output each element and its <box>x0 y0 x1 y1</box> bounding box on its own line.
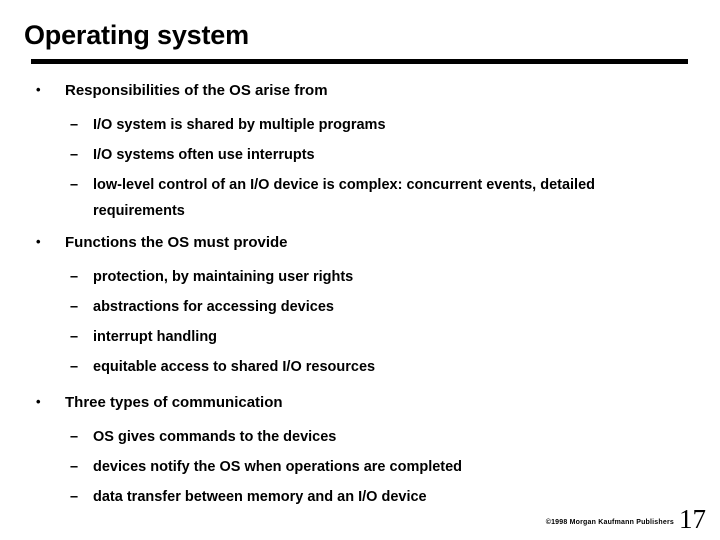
slide-body: • Responsibilities of the OS arise from … <box>0 80 720 514</box>
bullet-heading-label: Functions the OS must provide <box>65 234 288 251</box>
list-item: – abstractions for accessing devices <box>70 294 720 324</box>
bullet-heading: • Functions the OS must provide <box>36 232 720 262</box>
list-item: – low-level control of an I/O device is … <box>70 172 720 224</box>
list-item: – protection, by maintaining user rights <box>70 264 720 294</box>
bullet-heading: • Responsibilities of the OS arise from <box>36 80 720 110</box>
dash-marker-icon: – <box>70 359 79 375</box>
list-item-label: equitable access to shared I/O resources <box>93 359 376 375</box>
list-item-label: I/O system is shared by multiple program… <box>93 117 386 133</box>
bullet-heading-label: Responsibilities of the OS arise from <box>65 82 328 99</box>
list-item: – I/O system is shared by multiple progr… <box>70 112 720 142</box>
page-number: 17 <box>679 504 706 534</box>
dash-marker-icon: – <box>70 147 79 163</box>
bullet-heading: • Three types of communication <box>36 392 720 422</box>
list-item-label: devices notify the OS when operations ar… <box>93 459 463 475</box>
list-item: – interrupt handling <box>70 324 720 354</box>
list-item: – equitable access to shared I/O resourc… <box>70 354 720 384</box>
bullet-marker-icon: • <box>36 394 41 409</box>
list-item-label: abstractions for accessing devices <box>93 299 334 315</box>
dash-marker-icon: – <box>70 117 79 133</box>
dash-marker-icon: – <box>70 177 79 193</box>
slide-footer: ©1998 Morgan Kaufmann Publishers 17 <box>546 505 706 534</box>
list-item: – I/O systems often use interrupts <box>70 142 720 172</box>
dash-marker-icon: – <box>70 459 79 475</box>
bullet-marker-icon: • <box>36 234 41 249</box>
bullet-marker-icon: • <box>36 82 41 97</box>
list-item-label: I/O systems often use interrupts <box>93 147 315 163</box>
dash-marker-icon: – <box>70 269 79 285</box>
slide: Operating system • Responsibilities of t… <box>0 0 720 540</box>
list-item-label: low-level control of an I/O device is co… <box>93 177 595 219</box>
dash-marker-icon: – <box>70 429 79 445</box>
bullet-heading-label: Three types of communication <box>65 394 283 411</box>
list-item-label: data transfer between memory and an I/O … <box>93 489 427 505</box>
list-item-label: interrupt handling <box>93 329 218 345</box>
dash-marker-icon: – <box>70 489 79 505</box>
list-item: – devices notify the OS when operations … <box>70 454 720 484</box>
dash-marker-icon: – <box>70 299 79 315</box>
list-item: – OS gives commands to the devices <box>70 424 720 454</box>
title-divider <box>31 59 688 64</box>
page-title: Operating system <box>24 20 249 50</box>
list-item-label: protection, by maintaining user rights <box>93 269 354 285</box>
copyright-notice: ©1998 Morgan Kaufmann Publishers <box>545 519 674 526</box>
dash-marker-icon: – <box>70 329 79 345</box>
list-item-label: OS gives commands to the devices <box>93 429 337 445</box>
